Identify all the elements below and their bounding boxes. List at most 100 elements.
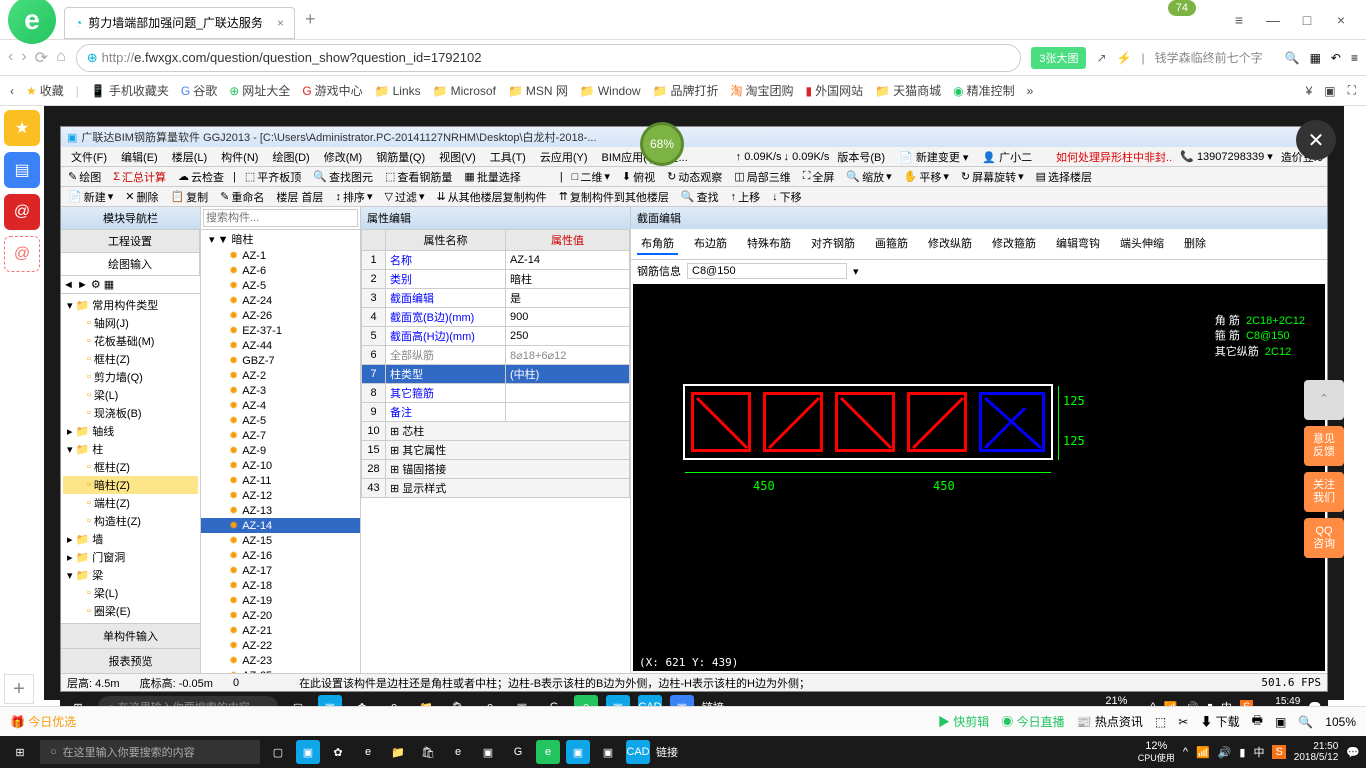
bookmark-item[interactable]: 📁天猫商城 — [875, 82, 941, 99]
share-icon[interactable]: ↗ — [1096, 51, 1106, 65]
prop-row[interactable]: 2类别暗柱 — [362, 270, 630, 289]
back-icon[interactable]: ‹ — [8, 48, 13, 68]
prop-expand-row[interactable]: 15⊞ 其它属性 — [362, 441, 630, 460]
tray-sogou-icon[interactable]: S — [1272, 745, 1285, 759]
nav-tab-draw[interactable]: 绘图输入 — [61, 253, 200, 275]
rebar-info-dropdown-icon[interactable]: ▾ — [853, 265, 859, 278]
comp-item[interactable]: ✹ AZ-24 — [201, 293, 360, 308]
menu-rebar[interactable]: 钢筋量(Q) — [370, 148, 431, 166]
comp-item[interactable]: ✹ AZ-9 — [201, 443, 360, 458]
nav-single-input[interactable]: 单构件输入 — [61, 623, 200, 648]
bookmark-item[interactable]: 📁Microsof — [433, 84, 496, 98]
tree-node[interactable]: ▫ 暗柱(Z) — [63, 476, 198, 494]
section-canvas[interactable]: 450 450 125 125 角 筋 2C18+2C12 箍 筋 C8@150… — [633, 284, 1325, 671]
tb-top[interactable]: ⬇ 俯视 — [619, 169, 658, 185]
prop-table[interactable]: 属性名称属性值 1名称AZ-142类别暗柱3截面编辑是4截面宽(B边)(mm)9… — [361, 229, 630, 673]
tb2-down[interactable]: ↓ 下移 — [769, 189, 805, 205]
bs-item[interactable]: ▶ 快剪辑 — [938, 713, 989, 730]
prop-expand-row[interactable]: 10⊞ 芯柱 — [362, 422, 630, 441]
comp-item[interactable]: ✹ AZ-17 — [201, 563, 360, 578]
comp-item[interactable]: ✹ AZ-23 — [201, 653, 360, 668]
bookmark-item[interactable]: 📁品牌打折 — [653, 82, 719, 99]
menu-cloud[interactable]: 云应用(Y) — [534, 148, 594, 166]
section-tab[interactable]: 端头伸缩 — [1116, 233, 1168, 255]
tb2-del[interactable]: ✕ 删除 — [122, 189, 161, 205]
tb2-copy[interactable]: 📋 复制 — [167, 189, 211, 205]
zoom-out-icon[interactable]: 🔍 — [1298, 715, 1313, 729]
bs-item[interactable]: ✂ — [1178, 715, 1188, 729]
bookmark-item[interactable]: 📁Links — [375, 84, 421, 98]
tb-link[interactable]: 链接 — [656, 744, 678, 760]
comp-item[interactable]: ✹ AZ-12 — [201, 488, 360, 503]
tree-node[interactable]: ▫ 剪力墙(Q) — [63, 368, 198, 386]
tb-rotate[interactable]: ↻ 屏幕旋转 ▾ — [958, 169, 1027, 185]
bookmark-item[interactable]: G谷歌 — [181, 82, 217, 99]
menu-draw[interactable]: 绘图(D) — [266, 148, 315, 166]
prop-row[interactable]: 4截面宽(B边)(mm)900 — [362, 308, 630, 327]
menu-tool[interactable]: 工具(T) — [484, 148, 532, 166]
section-tab[interactable]: 对齐钢筋 — [807, 233, 859, 255]
tb2-copy-from[interactable]: ⇊ 从其他楼层复制构件 — [433, 189, 549, 205]
tb-sum[interactable]: Σ 汇总计算 — [110, 169, 169, 185]
tree-node[interactable]: ▾ 📁 常用构件类型 — [63, 296, 198, 314]
tray-notif-icon[interactable]: 💬 — [1346, 746, 1360, 759]
comp-item[interactable]: ✹ AZ-19 — [201, 593, 360, 608]
image-count-button[interactable]: 3张大图 — [1031, 47, 1086, 69]
comp-item[interactable]: ✹ AZ-10 — [201, 458, 360, 473]
bookmark-item[interactable]: G游戏中心 — [302, 82, 362, 99]
tb2-copy-to[interactable]: ⇈ 复制构件到其他楼层 — [556, 189, 672, 205]
comp-item[interactable]: ✹ AZ-6 — [201, 263, 360, 278]
tb-zoom[interactable]: 🔍 缩放 ▾ — [843, 169, 894, 185]
tb-folder-icon[interactable]: 📁 — [386, 740, 410, 764]
tb2-filter[interactable]: ▽ 过滤 ▾ — [381, 189, 427, 205]
extension-icon[interactable]: ▦ — [1310, 51, 1321, 65]
add-tab-bottom[interactable]: + — [4, 674, 34, 704]
home-icon[interactable]: ⌂ — [56, 48, 66, 68]
bookmark-item[interactable]: 📁Window — [580, 84, 641, 98]
bookmarks-more-icon[interactable]: » — [1027, 84, 1034, 98]
tb-cloud[interactable]: ☁ 云检查 — [175, 169, 227, 185]
prop-row[interactable]: 8其它箍筋 — [362, 384, 630, 403]
tb2-sort[interactable]: ↕ 排序 ▾ — [332, 189, 375, 205]
comp-item[interactable]: ✹ AZ-13 — [201, 503, 360, 518]
tb-batch[interactable]: ▦ 批量选择 — [461, 169, 523, 185]
comp-item[interactable]: ✹ AZ-15 — [201, 533, 360, 548]
tb-app-icon[interactable]: G — [506, 740, 530, 764]
prop-row[interactable]: 9备注 — [362, 403, 630, 422]
tb-ie-icon[interactable]: e — [446, 740, 470, 764]
tb-cad-icon[interactable]: CAD — [626, 740, 650, 764]
notification-badge[interactable]: 74 — [1168, 0, 1196, 16]
feedback-button[interactable]: 意见 反馈 — [1304, 426, 1344, 466]
at-sidebar-icon[interactable]: @ — [4, 236, 40, 272]
nav-tab-settings[interactable]: 工程设置 — [61, 230, 200, 252]
pip-icon[interactable]: ▣ — [1324, 84, 1335, 98]
tb-pan[interactable]: ✋ 平移 ▾ — [901, 169, 952, 185]
tb-app-icon[interactable]: ▣ — [596, 740, 620, 764]
tb2-new[interactable]: 📄 新建 ▾ — [65, 189, 116, 205]
menu-view[interactable]: 视图(V) — [433, 148, 482, 166]
prop-row[interactable]: 1名称AZ-14 — [362, 251, 630, 270]
section-tab[interactable]: 修改纵筋 — [924, 233, 976, 255]
menu-floor[interactable]: 楼层(L) — [166, 148, 213, 166]
comp-item[interactable]: ✹ AZ-18 — [201, 578, 360, 593]
comp-item[interactable]: ✹ AZ-2 — [201, 368, 360, 383]
menu-icon[interactable]: ≡ — [1226, 7, 1252, 33]
tree-node[interactable]: ▫ 现浇板(B) — [63, 404, 198, 422]
bs-item[interactable]: ◉ 今日直播 — [1001, 713, 1064, 730]
menu-tip-link[interactable]: 如何处理异形柱中非封.. — [1056, 149, 1172, 165]
bs-item[interactable]: ▣ — [1275, 715, 1286, 729]
bs-item[interactable]: 📰 热点资讯 — [1077, 713, 1143, 730]
tray-vol-icon[interactable]: 🔊 — [1218, 746, 1232, 759]
tray-net-icon[interactable]: 📶 — [1196, 746, 1210, 759]
tree-node[interactable]: ▫ 框柱(Z) — [63, 458, 198, 476]
tb-app-icon[interactable]: ✿ — [326, 740, 350, 764]
menu-user[interactable]: 👤 广小二 — [976, 148, 1038, 166]
comp-root[interactable]: ▾ ▼ 暗柱 — [201, 230, 360, 248]
tray-ime-icon[interactable]: 中 — [1253, 744, 1264, 760]
tb2-floor[interactable]: 楼层 首层 — [273, 189, 326, 205]
comp-item[interactable]: ✹ AZ-5 — [201, 413, 360, 428]
nav-report[interactable]: 报表预览 — [61, 648, 200, 673]
comp-item[interactable]: ✹ GBZ-7 — [201, 353, 360, 368]
section-tab[interactable]: 布边筋 — [690, 233, 731, 255]
section-tab[interactable]: 特殊布筋 — [743, 233, 795, 255]
